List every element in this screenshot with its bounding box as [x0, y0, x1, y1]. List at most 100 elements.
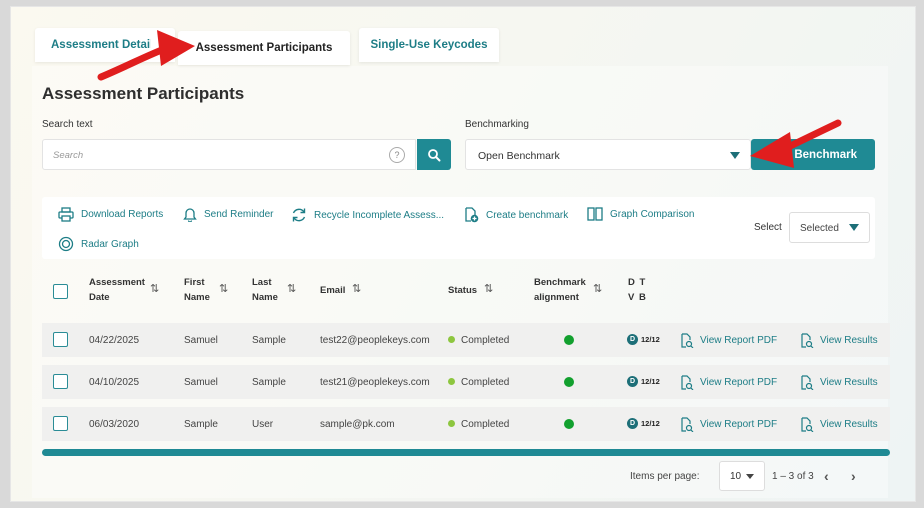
page-size-select[interactable]: 10 — [719, 461, 765, 491]
sort-icon[interactable]: ⇅ — [593, 282, 602, 295]
view-results-label: View Results — [820, 419, 878, 430]
status-dot — [448, 378, 455, 385]
sort-icon[interactable]: ⇅ — [287, 282, 296, 295]
benchmark-alignment-dot — [564, 377, 574, 387]
row-checkbox[interactable] — [53, 416, 68, 431]
d-badge-icon: D — [627, 376, 638, 387]
previous-page-button[interactable]: ‹ — [824, 468, 829, 484]
file-add-icon — [465, 207, 479, 223]
view-results-label: View Results — [820, 377, 878, 388]
tab-assessment-details[interactable]: Assessment Details — [35, 28, 175, 62]
cell-status: Completed — [448, 419, 509, 430]
view-results-label: View Results — [820, 335, 878, 346]
benchmark-alignment-dot — [564, 419, 574, 429]
bell-icon — [183, 208, 197, 222]
cell-email: sample@pk.com — [320, 419, 395, 430]
radar-graph-button[interactable]: Radar Graph — [58, 236, 139, 252]
cell-date: 06/03/2020 — [89, 419, 140, 430]
status-dot — [448, 420, 455, 427]
select-all-checkbox[interactable] — [53, 284, 68, 299]
view-report-pdf-label: View Report PDF — [700, 335, 778, 346]
cell-first-name: Sample — [184, 419, 218, 430]
tab-single-use-keycodes[interactable]: Single-Use Keycodes — [359, 28, 499, 62]
benchmarking-label: Benchmarking — [465, 119, 529, 130]
chevron-down-icon — [746, 474, 754, 479]
search-input[interactable]: Search — [42, 139, 416, 170]
status-text: Completed — [461, 335, 510, 346]
download-reports-label: Download Reports — [81, 209, 164, 220]
tab-label: Single-Use Keycodes — [370, 39, 488, 51]
benchmark-select[interactable]: Open Benchmark — [465, 139, 751, 170]
table-row[interactable]: 04/22/2025 Samuel Sample test22@peopleke… — [42, 323, 890, 357]
selection-dropdown-value: Selected — [800, 223, 839, 234]
select-label: Select — [754, 222, 782, 233]
view-results-link[interactable]: View Results — [800, 375, 878, 390]
refresh-icon — [292, 208, 306, 222]
badge-score: 12/12 — [641, 335, 660, 344]
search-placeholder: Search — [53, 150, 84, 161]
radar-graph-label: Radar Graph — [81, 238, 139, 250]
status-text: Completed — [461, 419, 510, 430]
benchmark-select-value: Open Benchmark — [478, 150, 560, 162]
header-status[interactable]: Status — [448, 283, 477, 298]
view-results-link[interactable]: View Results — [800, 333, 878, 348]
header-dtvb: D T V B — [628, 277, 646, 303]
graph-comparison-button[interactable]: Graph Comparison — [587, 207, 694, 221]
status-text: Completed — [461, 377, 510, 388]
header-first-name[interactable]: First Name — [184, 275, 216, 305]
sort-icon[interactable]: ⇅ — [219, 282, 228, 295]
document-search-icon — [681, 417, 694, 432]
recycle-incomplete-button[interactable]: Recycle Incomplete Assess... — [291, 207, 444, 223]
next-page-button[interactable]: › — [851, 468, 856, 484]
document-search-icon — [681, 375, 694, 390]
document-search-icon — [801, 375, 814, 390]
horizontal-scrollbar[interactable] — [42, 449, 890, 456]
row-checkbox[interactable] — [53, 374, 68, 389]
tab-assessment-participants[interactable]: Assessment Participants — [178, 31, 350, 65]
page-title: Assessment Participants — [42, 84, 245, 103]
printer-icon — [58, 207, 74, 222]
download-reports-button[interactable]: Download Reports — [58, 207, 163, 222]
sort-icon[interactable]: ⇅ — [484, 282, 493, 295]
view-results-link[interactable]: View Results — [800, 417, 878, 432]
create-benchmark-label: Create benchmark — [486, 209, 569, 221]
cell-last-name: User — [252, 419, 274, 430]
help-icon[interactable]: ? — [389, 147, 405, 163]
search-button[interactable] — [417, 139, 451, 170]
view-report-pdf-link[interactable]: View Report PDF — [680, 417, 777, 432]
page-range: 1 – 3 of 3 — [772, 471, 814, 482]
sort-icon[interactable]: ⇅ — [352, 282, 361, 295]
header-last-name[interactable]: Last Name — [252, 275, 284, 305]
dtvb-badge: D 12/12 — [627, 418, 660, 429]
table-row[interactable]: 04/10/2025 Samuel Sample test21@peopleke… — [42, 365, 890, 399]
table-row[interactable]: 06/03/2020 Sample User sample@pk.com Com… — [42, 407, 890, 441]
document-search-icon — [801, 333, 814, 348]
actions-toolbar — [42, 197, 875, 259]
header-benchmark-alignment[interactable]: Benchmark alignment — [534, 275, 590, 305]
send-reminder-label: Send Reminder — [204, 209, 274, 220]
benchmark-button[interactable]: Benchmark — [751, 139, 875, 170]
cell-last-name: Sample — [252, 335, 286, 346]
cell-status: Completed — [448, 377, 509, 388]
header-assessment-date[interactable]: Assessment Date — [89, 275, 147, 305]
cell-status: Completed — [448, 335, 509, 346]
recycle-incomplete-label: Recycle Incomplete Assess... — [314, 209, 445, 221]
view-report-pdf-link[interactable]: View Report PDF — [680, 375, 777, 390]
row-checkbox[interactable] — [53, 332, 68, 347]
cell-date: 04/10/2025 — [89, 377, 140, 388]
view-report-pdf-label: View Report PDF — [700, 419, 778, 430]
graph-comparison-label: Graph Comparison — [610, 208, 695, 220]
dtvb-badge: D 12/12 — [627, 376, 660, 387]
badge-score: 12/12 — [641, 377, 660, 386]
create-benchmark-button[interactable]: Create benchmark — [464, 207, 568, 223]
header-email[interactable]: Email — [320, 283, 345, 298]
send-reminder-button[interactable]: Send Reminder — [183, 207, 273, 222]
sort-icon[interactable]: ⇅ — [150, 282, 159, 295]
view-report-pdf-label: View Report PDF — [700, 377, 778, 388]
tab-label: Assessment Details — [51, 39, 151, 51]
view-report-pdf-link[interactable]: View Report PDF — [680, 333, 777, 348]
benchmark-button-label: Benchmark — [794, 148, 857, 161]
tab-label: Assessment Participants — [195, 42, 333, 54]
dtvb-badge: D 12/12 — [627, 334, 660, 345]
benchmark-alignment-dot — [564, 335, 574, 345]
